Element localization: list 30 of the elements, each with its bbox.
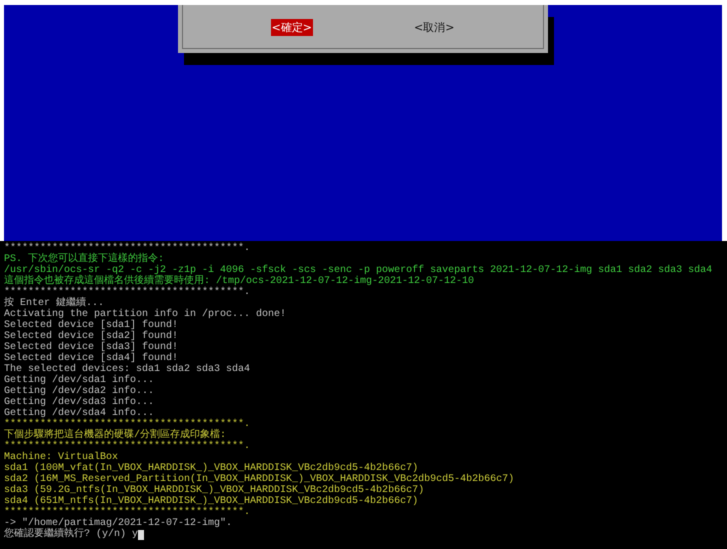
text-cursor (138, 530, 144, 540)
terminal-line: sda2 (16M_MS_Reserved_Partition(In_VBOX_HARDDISK_)_VBOX_HARDDISK_VBc2db9cd5-4b2b66c7) (4, 474, 514, 485)
terminal-line: Selected device [sda3] found! (4, 342, 178, 353)
terminal-line: PS. 下次您可以直接下這樣的指令: (4, 254, 164, 265)
terminal-line: Getting /dev/sda2 info... (4, 386, 154, 397)
terminal-line: 按 Enter 鍵繼續... (4, 298, 104, 309)
terminal-line: sda4 (651M_ntfs(In_VBOX_HARDDISK_)_VBOX_HARDDISK_VBc2db9cd5-4b2b66c7) (4, 496, 418, 507)
terminal-line: Machine: VirtualBox (4, 452, 118, 463)
terminal-line: Getting /dev/sda1 info... (4, 375, 154, 386)
dialog-button[interactable]: <確定> (270, 19, 313, 36)
terminal-line: ****************************************. (4, 243, 250, 254)
terminal-prompt: 您確認要繼續執行? (y/n) y (4, 529, 138, 540)
terminal-line: ****************************************. (4, 287, 250, 298)
terminal-line: Activating the partition info in /proc... done! (4, 309, 286, 320)
terminal-line: Getting /dev/sda4 info... (4, 408, 154, 419)
terminal-line: Getting /dev/sda3 info... (4, 397, 154, 408)
terminal-line: ****************************************. (4, 507, 250, 518)
terminal-line: The selected devices: sda1 sda2 sda3 sda4 (4, 364, 250, 375)
terminal-line: sda3 (59.2G_ntfs(In_VBOX_HARDDISK_)_VBOX_HARDDISK_VBc2db9cd5-4b2b66c7) (4, 485, 424, 496)
terminal-line: Selected device [sda2] found! (4, 331, 178, 342)
terminal-line: -> "/home/partimag/2021-12-07-12-img". (4, 518, 232, 529)
terminal-line: ****************************************. (4, 441, 250, 452)
terminal-line: Selected device [sda1] found! (4, 320, 178, 331)
terminal-line: 這個指令也被存成這個檔名供後續需要時使用: /tmp/ocs-2021-12-07-12-img-2021-12-07-12-10 (4, 276, 474, 287)
dialog-button[interactable]: <取消> (413, 19, 456, 36)
terminal-line: 下個步驟將把這台機器的硬碟/分割區存成印象檔: (4, 430, 226, 441)
terminal-line: /usr/sbin/ocs-sr -q2 -c -j2 -z1p -i 4096 -sfsck -scs -senc -p poweroff saveparts 2021-12-07-12-img sda1 sda2 sda3 sda4 (4, 265, 712, 276)
terminal-line: sda1 (100M_vfat(In_VBOX_HARDDISK_)_VBOX_HARDDISK_VBc2db9cd5-4b2b66c7) (4, 463, 418, 474)
terminal-line: Selected device [sda4] found! (4, 353, 178, 364)
terminal-line: ****************************************. (4, 419, 250, 430)
